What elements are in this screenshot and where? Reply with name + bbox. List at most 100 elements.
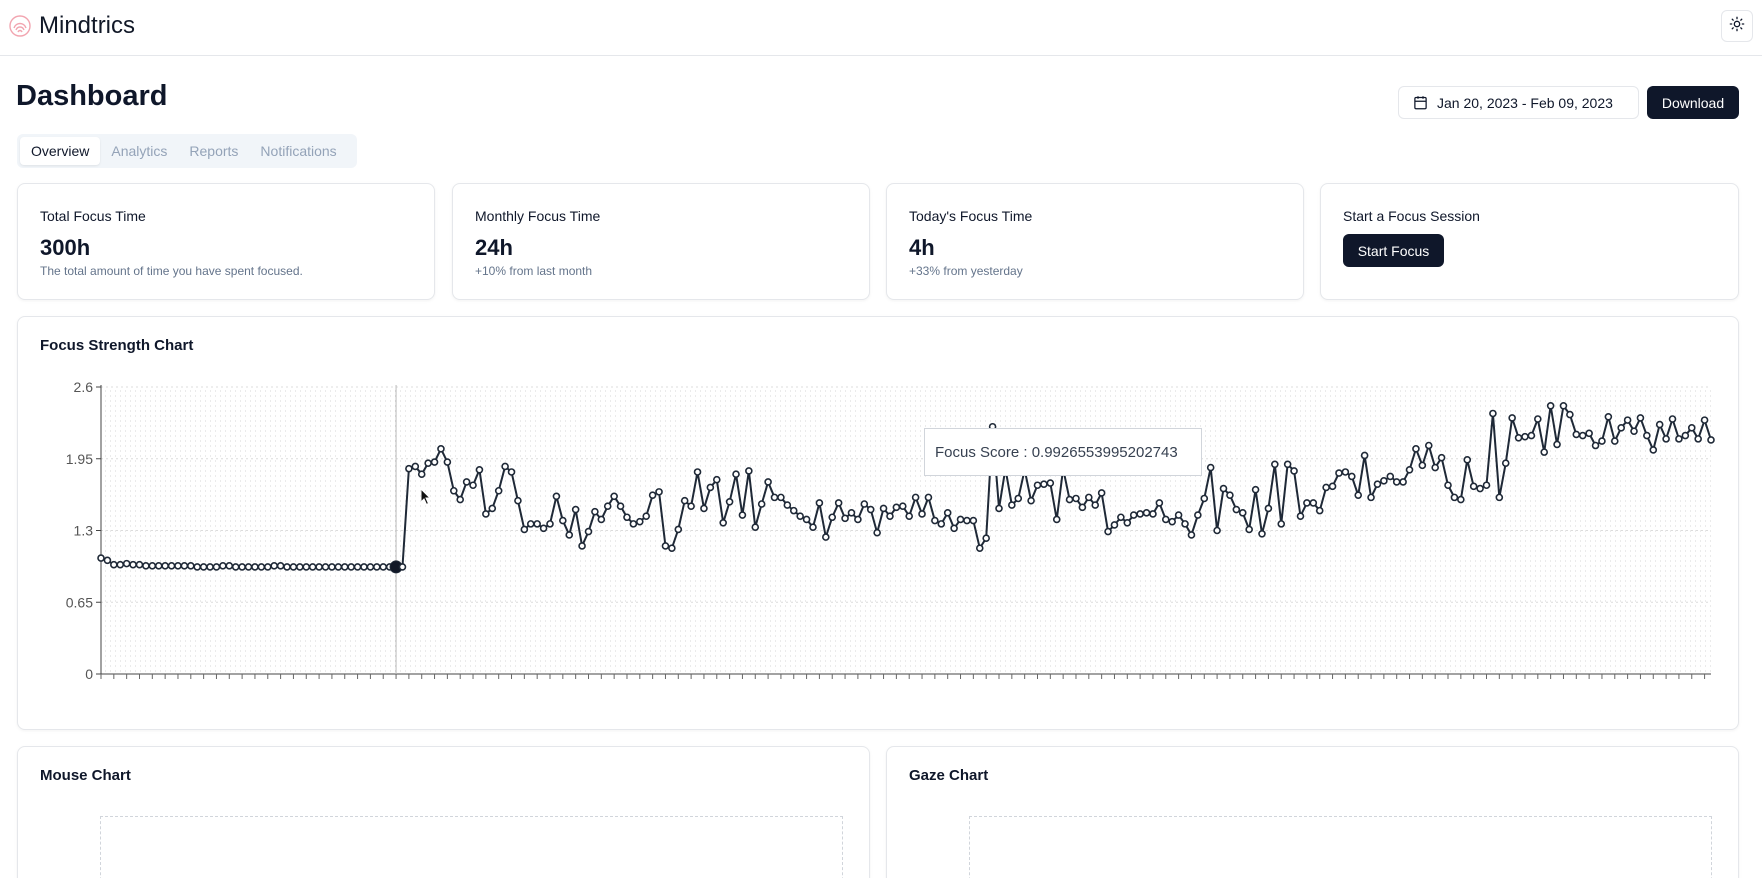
- data-point[interactable]: [1335, 469, 1343, 477]
- data-point[interactable]: [1341, 468, 1350, 476]
- data-point[interactable]: [623, 513, 631, 522]
- data-point[interactable]: [1123, 518, 1132, 527]
- data-point[interactable]: [122, 559, 131, 568]
- data-point[interactable]: [1514, 433, 1523, 442]
- data-point[interactable]: [764, 478, 772, 486]
- data-point[interactable]: [873, 528, 881, 537]
- data-point[interactable]: [257, 563, 266, 571]
- data-point[interactable]: [584, 527, 593, 536]
- data-point[interactable]: [956, 515, 965, 524]
- data-point[interactable]: [815, 499, 824, 507]
- data-point[interactable]: [1271, 460, 1279, 469]
- data-point[interactable]: [783, 501, 792, 509]
- data-point[interactable]: [238, 563, 246, 571]
- data-point[interactable]: [1380, 477, 1388, 485]
- data-point[interactable]: [943, 509, 952, 517]
- data-point[interactable]: [648, 491, 657, 499]
- data-point[interactable]: [199, 563, 208, 571]
- data-point[interactable]: [1078, 503, 1087, 512]
- data-point[interactable]: [1457, 495, 1465, 504]
- data-point[interactable]: [1463, 456, 1472, 464]
- data-point[interactable]: [110, 560, 118, 569]
- data-point[interactable]: [1245, 525, 1253, 534]
- data-point[interactable]: [539, 524, 548, 533]
- data-point[interactable]: [1354, 491, 1363, 499]
- data-point[interactable]: [1405, 465, 1414, 474]
- data-point[interactable]: [488, 504, 497, 513]
- data-point[interactable]: [501, 462, 509, 471]
- data-point[interactable]: [1572, 430, 1581, 439]
- data-point[interactable]: [1501, 459, 1510, 467]
- data-point[interactable]: [1065, 495, 1074, 504]
- data-point[interactable]: [225, 562, 234, 570]
- data-point[interactable]: [629, 520, 638, 528]
- data-point[interactable]: [751, 523, 760, 531]
- data-point[interactable]: [1033, 481, 1042, 490]
- data-point[interactable]: [591, 507, 599, 516]
- data-point[interactable]: [610, 492, 618, 501]
- data-point[interactable]: [1110, 521, 1119, 529]
- data-point[interactable]: [129, 560, 137, 569]
- data-point[interactable]: [424, 459, 432, 467]
- data-point[interactable]: [680, 496, 689, 505]
- data-point[interactable]: [1469, 482, 1478, 491]
- data-point[interactable]: [231, 563, 240, 571]
- data-point[interactable]: [1662, 435, 1670, 443]
- data-point[interactable]: [514, 496, 522, 505]
- data-point[interactable]: [738, 511, 747, 519]
- data-point[interactable]: [1610, 437, 1619, 445]
- data-point[interactable]: [975, 544, 984, 552]
- data-point[interactable]: [174, 562, 182, 570]
- data-point[interactable]: [937, 520, 946, 528]
- data-point[interactable]: [1386, 472, 1395, 481]
- data-point[interactable]: [1206, 463, 1215, 472]
- data-point[interactable]: [1495, 493, 1504, 502]
- data-point[interactable]: [405, 464, 413, 473]
- data-point[interactable]: [770, 493, 779, 502]
- data-point[interactable]: [360, 563, 368, 571]
- data-point[interactable]: [1290, 467, 1298, 475]
- data-point[interactable]: [1232, 505, 1241, 514]
- data-point[interactable]: [1617, 424, 1625, 432]
- data-point[interactable]: [469, 481, 477, 490]
- data-point[interactable]: [1534, 415, 1542, 423]
- data-point[interactable]: [180, 562, 189, 570]
- data-point[interactable]: [251, 563, 259, 571]
- data-point[interactable]: [1655, 420, 1664, 429]
- data-point[interactable]: [443, 458, 452, 466]
- data-point[interactable]: [161, 562, 169, 570]
- data-point[interactable]: [571, 505, 580, 514]
- data-point[interactable]: [1643, 431, 1651, 440]
- data-point[interactable]: [1707, 436, 1715, 444]
- data-point[interactable]: [462, 478, 471, 486]
- data-point[interactable]: [950, 524, 958, 533]
- data-point[interactable]: [661, 542, 670, 550]
- data-point[interactable]: [693, 468, 702, 476]
- data-point[interactable]: [263, 563, 272, 571]
- data-point[interactable]: [1482, 481, 1491, 490]
- data-point[interactable]: [1578, 431, 1587, 440]
- data-point[interactable]: [1085, 493, 1093, 502]
- data-point[interactable]: [321, 563, 330, 571]
- data-point[interactable]: [1194, 511, 1202, 519]
- data-point[interactable]: [789, 506, 798, 515]
- data-point[interactable]: [1219, 484, 1228, 493]
- data-point[interactable]: [1283, 460, 1292, 469]
- data-point[interactable]: [219, 562, 227, 570]
- data-point[interactable]: [1200, 494, 1209, 503]
- data-point[interactable]: [212, 563, 221, 571]
- data-point[interactable]: [674, 525, 683, 534]
- data-point[interactable]: [1040, 480, 1048, 488]
- data-point[interactable]: [334, 563, 343, 571]
- data-point[interactable]: [1546, 401, 1555, 410]
- data-point[interactable]: [777, 493, 785, 502]
- data-point[interactable]: [668, 544, 676, 552]
- data-point[interactable]: [1168, 517, 1176, 526]
- data-point[interactable]: [802, 515, 811, 524]
- data-point[interactable]: [1559, 401, 1568, 410]
- data-point[interactable]: [103, 556, 112, 565]
- data-point[interactable]: [1008, 501, 1016, 509]
- data-point[interactable]: [1277, 520, 1286, 528]
- data-point[interactable]: [1072, 494, 1080, 503]
- data-point[interactable]: [982, 534, 990, 543]
